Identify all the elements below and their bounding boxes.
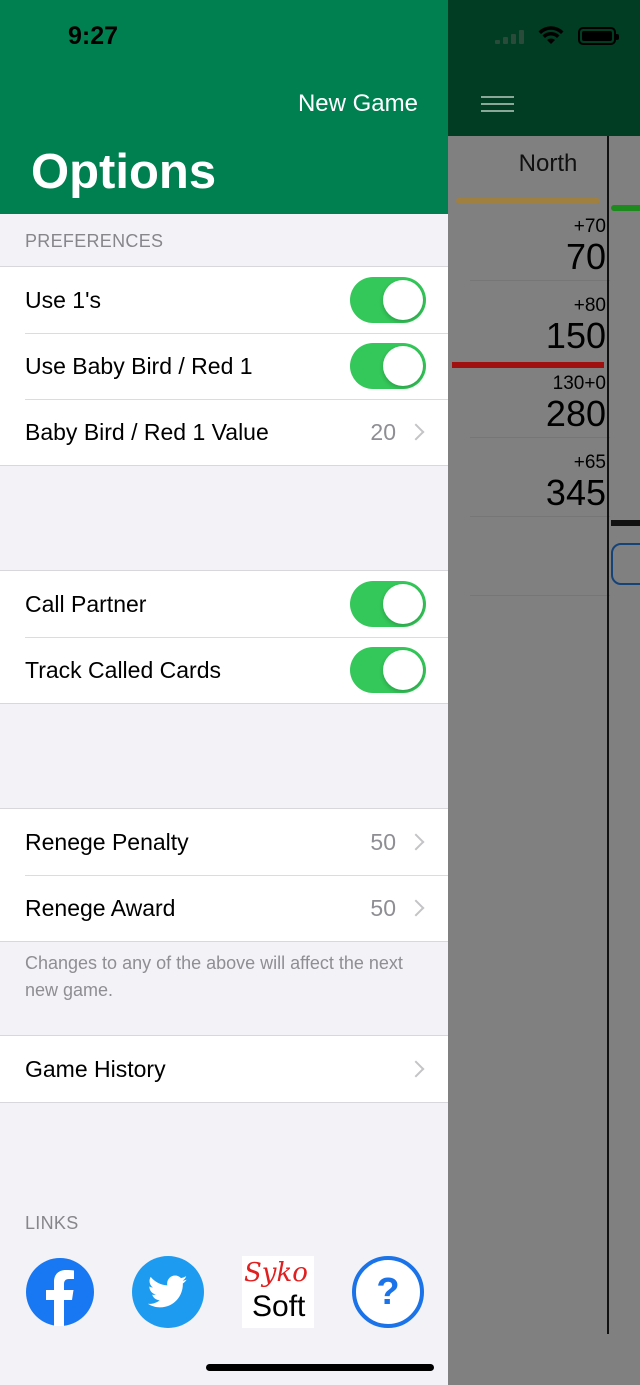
home-indicator [206, 1364, 434, 1371]
renege-penalty-value: 50 [370, 828, 396, 855]
renege-penalty-row[interactable]: Renege Penalty 50 [0, 809, 448, 875]
sykosoft-logo[interactable]: Syko Soft [242, 1256, 314, 1328]
history-group: Game History [0, 1035, 448, 1103]
settings-footnote: Changes to any of the above will affect … [25, 953, 403, 1000]
renege-award-value: 50 [370, 894, 396, 921]
use-ones-toggle[interactable] [350, 277, 426, 323]
column-title-north: North [518, 150, 578, 177]
page-title: Options [31, 145, 217, 199]
chevron-right-icon [407, 833, 425, 851]
game-history-label: Game History [25, 1055, 166, 1082]
add-score-button[interactable] [611, 543, 640, 585]
green-marker [611, 205, 640, 211]
use-baby-bird-toggle[interactable] [350, 343, 426, 389]
score-row: +65 345 [545, 452, 606, 513]
score-row: 130+0 280 [545, 373, 606, 434]
chevron-right-icon [407, 1060, 425, 1078]
game-history-row[interactable]: Game History [0, 1036, 448, 1102]
chevron-right-icon [407, 423, 425, 441]
track-called-cards-row: Track Called Cards [0, 637, 448, 703]
facebook-icon[interactable] [26, 1258, 94, 1326]
use-baby-bird-label: Use Baby Bird / Red 1 [25, 352, 253, 379]
call-partner-label: Call Partner [25, 590, 147, 617]
baby-bird-value-label: Baby Bird / Red 1 Value [25, 418, 269, 445]
score-divider [470, 280, 610, 281]
section-label-preferences: PREFERENCES [25, 231, 164, 251]
score-row: +80 150 [545, 295, 606, 356]
use-baby-bird-row: Use Baby Bird / Red 1 [0, 333, 448, 399]
score-divider [470, 595, 610, 596]
status-time: 9:27 [68, 22, 119, 50]
north-underline [456, 198, 600, 204]
wifi-icon [538, 26, 564, 44]
call-partner-toggle[interactable] [350, 581, 426, 627]
partner-group: Call Partner Track Called Cards [0, 570, 448, 704]
renege-penalty-label: Renege Penalty [25, 828, 189, 855]
track-called-cards-toggle[interactable] [350, 647, 426, 693]
score-divider [470, 516, 610, 517]
black-marker [611, 520, 640, 526]
use-ones-row: Use 1's [0, 267, 448, 333]
links-row: Syko Soft ? [0, 1256, 448, 1328]
red-marker [452, 362, 604, 368]
new-game-button[interactable]: New Game [298, 90, 418, 118]
section-label-links: LINKS [25, 1213, 79, 1233]
column-divider [607, 136, 609, 1334]
renege-award-label: Renege Award [25, 894, 176, 921]
help-icon[interactable]: ? [352, 1256, 424, 1328]
menu-icon[interactable] [481, 96, 514, 117]
twitter-icon[interactable] [132, 1256, 204, 1328]
baby-bird-value-row[interactable]: Baby Bird / Red 1 Value 20 [0, 399, 448, 465]
chevron-right-icon [407, 899, 425, 917]
cellular-signal-icon [495, 28, 524, 44]
call-partner-row: Call Partner [0, 571, 448, 637]
track-called-cards-label: Track Called Cards [25, 656, 221, 683]
baby-bird-value: 20 [370, 418, 396, 445]
renege-group: Renege Penalty 50 Renege Award 50 [0, 808, 448, 942]
battery-icon [578, 27, 619, 45]
score-row: +70 70 [565, 216, 606, 277]
status-icons [495, 26, 619, 46]
options-panel: 9:27 New Game Options PREFERENCES Use 1'… [0, 0, 448, 1385]
score-divider [470, 437, 610, 438]
renege-award-row[interactable]: Renege Award 50 [0, 875, 448, 941]
options-header: 9:27 New Game Options [0, 0, 448, 214]
use-ones-label: Use 1's [25, 286, 101, 313]
preferences-group: Use 1's Use Baby Bird / Red 1 Baby Bird … [0, 266, 448, 466]
